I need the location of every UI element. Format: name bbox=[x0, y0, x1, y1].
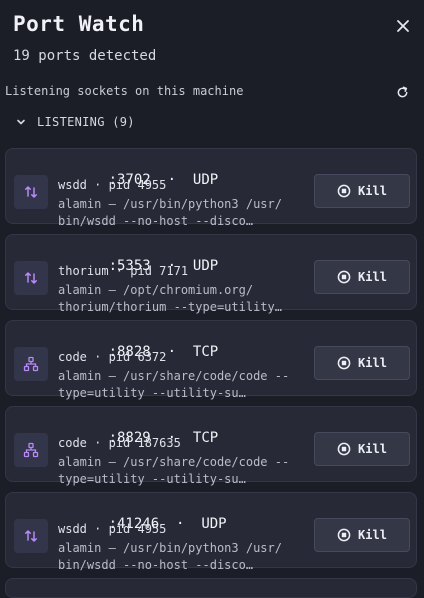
stop-circle-icon bbox=[337, 270, 351, 284]
ports-count: 19 ports detected bbox=[13, 48, 157, 64]
protocol-icon-box bbox=[14, 433, 48, 467]
port-card: :41246 · UDP wsdd · pid 4955 alamin — /u… bbox=[5, 492, 417, 572]
command-line-2: thorium/thorium --type=utility… bbox=[58, 300, 282, 314]
stop-circle-icon bbox=[337, 528, 351, 542]
process-info: code · pid 6372 bbox=[58, 350, 167, 364]
protocol-label: UDP bbox=[192, 172, 219, 188]
kill-label: Kill bbox=[358, 356, 387, 370]
kill-button[interactable]: Kill bbox=[314, 174, 410, 208]
kill-button[interactable]: Kill bbox=[314, 346, 410, 380]
section-label: Listening sockets on this machine bbox=[5, 84, 244, 98]
network-icon bbox=[23, 356, 39, 372]
protocol-icon-box bbox=[14, 175, 48, 209]
stop-circle-icon bbox=[337, 442, 351, 456]
command-line-1: alamin — /usr/bin/python3 /usr/ bbox=[58, 541, 282, 555]
page-title: Port Watch bbox=[13, 12, 145, 36]
command-line: alamin — /usr/share/code/code -- type=ut… bbox=[58, 368, 298, 402]
protocol-icon-box bbox=[14, 347, 48, 381]
kill-label: Kill bbox=[358, 270, 387, 284]
port-card: :5353 · UDP thorium · pid 7171 alamin — … bbox=[5, 234, 417, 314]
command-line-1: alamin — /opt/chromium.org/ bbox=[58, 283, 254, 297]
protocol-label: TCP bbox=[192, 344, 219, 360]
arrows-updown-icon bbox=[25, 530, 37, 542]
port-card: :8829 · TCP code · pid 187635 alamin — /… bbox=[5, 406, 417, 486]
chevron-down-icon bbox=[17, 119, 25, 125]
process-info: code · pid 187635 bbox=[58, 436, 181, 450]
refresh-icon bbox=[397, 86, 407, 97]
protocol-icon-box bbox=[14, 519, 48, 553]
port-card: :8828 · TCP code · pid 6372 alamin — /us… bbox=[5, 320, 417, 400]
command-line-2: bin/wsdd --no-host --disco… bbox=[58, 214, 254, 228]
section-row: Listening sockets on this machine bbox=[0, 80, 424, 104]
port-card: :3702 · UDP wsdd · pid 4955 alamin — /us… bbox=[5, 148, 417, 228]
command-line: alamin — /usr/bin/python3 /usr/ bin/wsdd… bbox=[58, 540, 298, 574]
process-info: wsdd · pid 4955 bbox=[58, 522, 167, 536]
command-line-2: type=utility --utility-su… bbox=[58, 386, 246, 400]
kill-button[interactable]: Kill bbox=[314, 260, 410, 294]
list-item bbox=[5, 578, 417, 598]
group-label: LISTENING (9) bbox=[37, 115, 135, 129]
protocol-icon-box bbox=[14, 261, 48, 295]
kill-button[interactable]: Kill bbox=[314, 432, 410, 466]
command-line-1: alamin — /usr/share/code/code -- bbox=[58, 455, 290, 469]
kill-button[interactable]: Kill bbox=[314, 518, 410, 552]
process-info: wsdd · pid 4955 bbox=[58, 178, 167, 192]
port-list: :3702 · UDP wsdd · pid 4955 alamin — /us… bbox=[5, 148, 419, 578]
command-line-2: type=utility --utility-su… bbox=[58, 472, 246, 486]
kill-label: Kill bbox=[358, 184, 387, 198]
command-line: alamin — /usr/share/code/code -- type=ut… bbox=[58, 454, 298, 488]
stop-circle-icon bbox=[337, 356, 351, 370]
command-line-2: bin/wsdd --no-host --disco… bbox=[58, 558, 254, 572]
arrows-updown-icon bbox=[25, 186, 37, 198]
command-line-1: alamin — /usr/share/code/code -- bbox=[58, 369, 290, 383]
group-header-listening[interactable]: LISTENING (9) bbox=[0, 112, 424, 134]
kill-label: Kill bbox=[358, 442, 387, 456]
kill-label: Kill bbox=[358, 528, 387, 542]
close-icon bbox=[397, 20, 409, 32]
command-line: alamin — /opt/chromium.org/ thorium/thor… bbox=[58, 282, 298, 316]
command-line-1: alamin — /usr/bin/python3 /usr/ bbox=[58, 197, 282, 211]
command-line: alamin — /usr/bin/python3 /usr/ bin/wsdd… bbox=[58, 196, 298, 230]
close-button[interactable] bbox=[392, 15, 414, 37]
arrows-updown-icon bbox=[25, 272, 37, 284]
stop-circle-icon bbox=[337, 184, 351, 198]
process-info: thorium · pid 7171 bbox=[58, 264, 189, 278]
network-icon bbox=[23, 442, 39, 458]
protocol-label: TCP bbox=[192, 430, 219, 446]
refresh-button[interactable] bbox=[393, 83, 411, 101]
protocol-label: UDP bbox=[201, 516, 227, 532]
protocol-label: UDP bbox=[192, 258, 219, 274]
header: Port Watch 19 ports detected bbox=[0, 0, 424, 76]
